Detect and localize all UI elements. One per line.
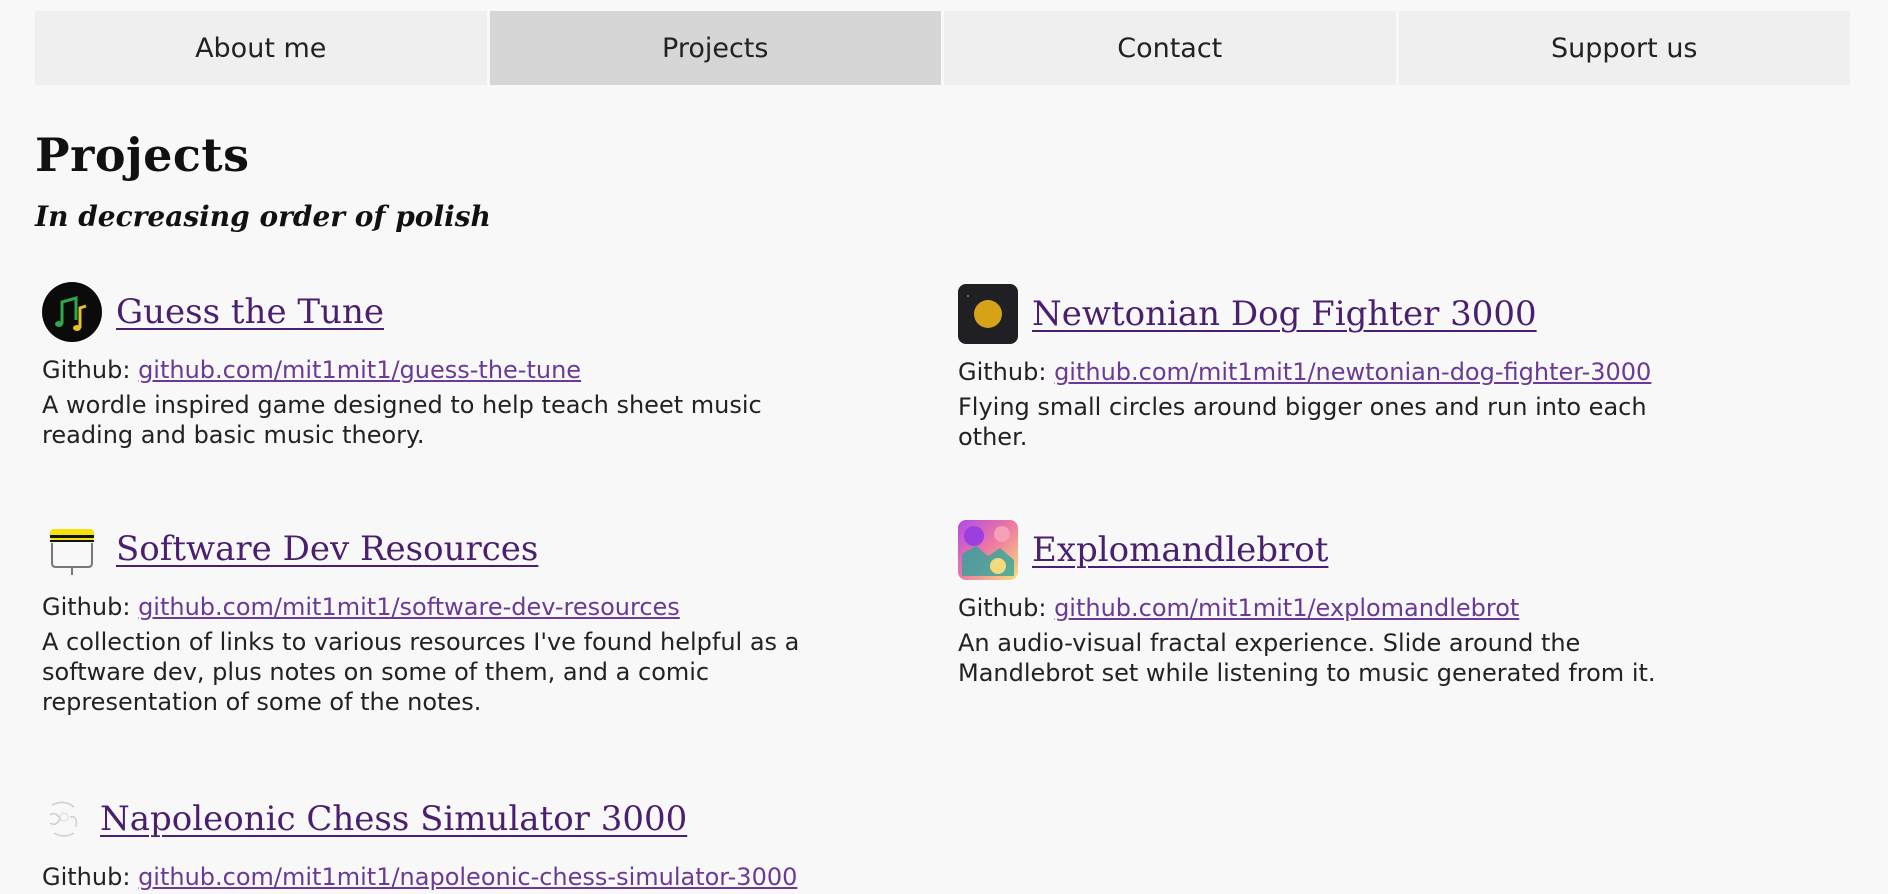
github-link[interactable]: github.com/mit1mit1/newtonian-dog-fighte… (1054, 358, 1651, 386)
nav-about-me[interactable]: About me (35, 11, 487, 85)
chess-sketch-icon (49, 801, 78, 837)
page-subtitle: In decreasing order of polish (35, 200, 491, 233)
project-card-software-dev-resources: Software Dev Resources Github: github.co… (42, 519, 832, 717)
nav-support-us[interactable]: Support us (1398, 11, 1850, 85)
nav-contact[interactable]: Contact (944, 11, 1396, 85)
project-title-link[interactable]: Explomandlebrot (1032, 530, 1328, 570)
project-title-link[interactable]: Software Dev Resources (116, 529, 538, 569)
github-label: Github: (958, 594, 1047, 622)
github-line: Github: github.com/mit1mit1/napoleonic-c… (42, 861, 832, 893)
github-link[interactable]: github.com/mit1mit1/guess-the-tune (138, 356, 581, 384)
github-label: Github: (42, 863, 131, 891)
page-title: Projects (35, 128, 250, 182)
project-title-link[interactable]: Newtonian Dog Fighter 3000 (1032, 294, 1537, 334)
project-title-link[interactable]: Napoleonic Chess Simulator 3000 (100, 799, 687, 839)
project-title-link[interactable]: Guess the Tune (116, 292, 384, 332)
github-label: Github: (958, 358, 1047, 386)
github-line: Github: github.com/mit1mit1/explomandleb… (958, 592, 1748, 624)
project-card-explomandlebrot: Explomandlebrot Github: github.com/mit1m… (958, 520, 1748, 688)
project-card-napoleonic-chess: Napoleonic Chess Simulator 3000 Github: … (42, 789, 832, 893)
github-line: Github: github.com/mit1mit1/newtonian-do… (958, 356, 1748, 388)
github-link[interactable]: github.com/mit1mit1/explomandlebrot (1054, 594, 1519, 622)
top-nav: About me Projects Contact Support us (35, 11, 1850, 85)
hard-hat-icon (50, 529, 94, 575)
project-description: An audio-visual fractal experience. Slid… (958, 629, 1656, 687)
project-description: Flying small circles around bigger ones … (958, 393, 1647, 451)
github-label: Github: (42, 593, 131, 621)
nav-projects[interactable]: Projects (489, 11, 941, 85)
project-card-guess-the-tune: Guess the Tune Github: github.com/mit1mi… (42, 282, 832, 450)
fractal-icon (958, 520, 1018, 580)
github-label: Github: (42, 356, 131, 384)
music-note-icon (42, 282, 102, 342)
project-card-newtonian-dog-fighter: Newtonian Dog Fighter 3000 Github: githu… (958, 284, 1748, 452)
project-description: A wordle inspired game designed to help … (42, 391, 762, 449)
project-description: A collection of links to various resourc… (42, 628, 800, 716)
github-line: Github: github.com/mit1mit1/software-dev… (42, 591, 832, 623)
github-line: Github: github.com/mit1mit1/guess-the-tu… (42, 354, 832, 386)
github-link[interactable]: github.com/mit1mit1/software-dev-resourc… (138, 593, 680, 621)
github-link[interactable]: github.com/mit1mit1/napoleonic-chess-sim… (138, 863, 797, 891)
planet-icon (958, 284, 1018, 344)
